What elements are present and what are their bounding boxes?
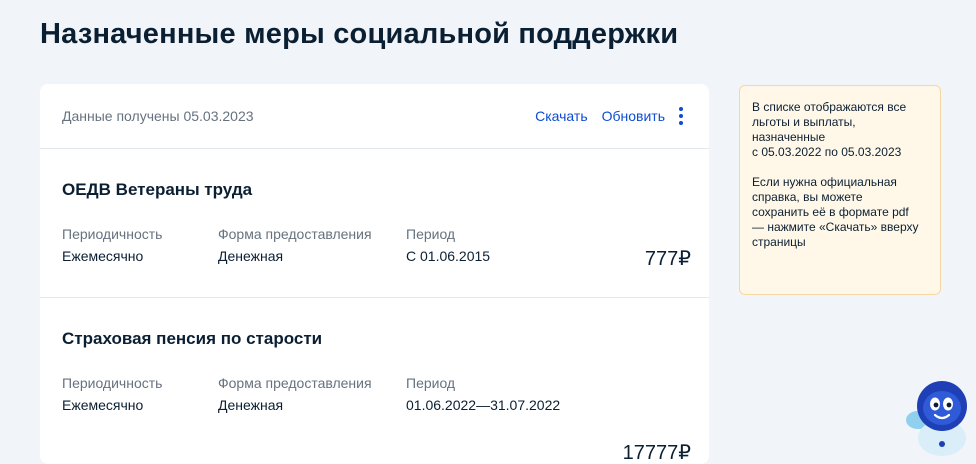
card-header: Данные получены 05.03.2023 Скачать Обнов…	[40, 84, 709, 149]
period-field: Период С 01.06.2015	[406, 226, 490, 264]
period-value: 01.06.2022—31.07.2022	[406, 397, 561, 413]
measures-card: Данные получены 05.03.2023 Скачать Обнов…	[40, 84, 709, 464]
robot-assistant-icon[interactable]	[904, 378, 976, 459]
measure-title: ОЕДВ Ветераны труда	[62, 180, 253, 199]
amount-value: 17777₽	[622, 442, 691, 464]
refresh-link[interactable]: Обновить	[602, 108, 665, 124]
period-label: Период	[406, 226, 456, 242]
download-link[interactable]: Скачать	[535, 108, 588, 124]
info-panel: В списке отображаются все льготы и выпла…	[739, 85, 941, 295]
form-label: Форма предоставления	[218, 375, 372, 391]
data-received-text: Данные получены 05.03.2023	[62, 108, 254, 124]
periodicity-label: Периодичность	[62, 226, 163, 242]
period-value: С 01.06.2015	[406, 248, 491, 264]
info-text-period: В списке отображаются все льготы и выпла…	[752, 100, 907, 159]
periodicity-value: Ежемесячно	[62, 397, 144, 413]
form-label: Форма предоставления	[218, 226, 372, 242]
kebab-menu-icon[interactable]	[675, 105, 687, 127]
page-title: Назначенные меры социальной поддержки	[40, 18, 679, 50]
periodicity-label: Периодичность	[62, 375, 163, 391]
measure-item: ОЕДВ Ветераны труда Периодичность Ежемес…	[40, 149, 709, 298]
periodicity-value: Ежемесячно	[62, 248, 144, 264]
form-field: Форма предоставления Денежная	[218, 375, 372, 413]
card-actions: Скачать Обновить	[535, 105, 687, 127]
form-value: Денежная	[218, 248, 284, 264]
amount-value: 777₽	[644, 248, 691, 270]
period-field: Период 01.06.2022—31.07.2022	[406, 375, 560, 413]
form-field: Форма предоставления Денежная	[218, 226, 372, 264]
info-text-download: Если нужна официальная справка, вы может…	[752, 175, 919, 249]
form-value: Денежная	[218, 397, 284, 413]
periodicity-field: Периодичность Ежемесячно	[62, 375, 162, 413]
period-label: Период	[406, 375, 456, 391]
measure-title: Страховая пенсия по старости	[62, 329, 323, 348]
periodicity-field: Периодичность Ежемесячно	[62, 226, 162, 264]
